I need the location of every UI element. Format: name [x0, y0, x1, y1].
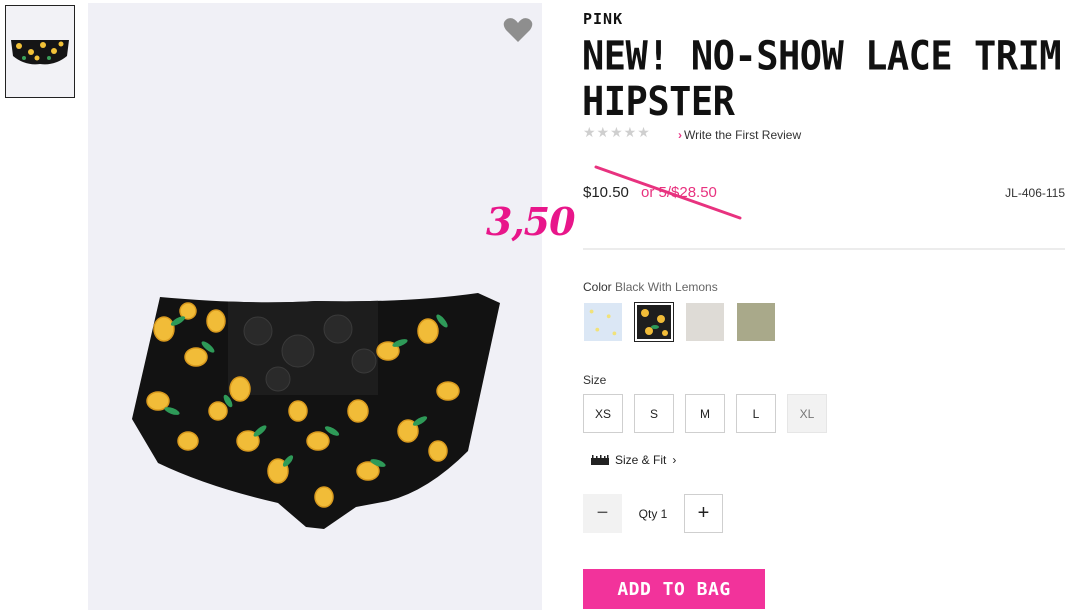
color-label: Color Black With Lemons	[583, 280, 718, 294]
swatch-heather-grey-fill	[686, 303, 724, 341]
product-image	[132, 293, 500, 529]
size-l-button[interactable]: L	[736, 394, 776, 433]
swatch-light-blue-print[interactable]	[583, 302, 623, 342]
size-m-button[interactable]: M	[685, 394, 725, 433]
product-sku: JL-406-115	[1005, 186, 1065, 200]
size-fit-link[interactable]: Size & Fit ›	[591, 453, 676, 467]
write-review-link[interactable]: › Write the First Review	[678, 128, 801, 142]
swatch-black-with-lemons-image	[637, 305, 671, 339]
size-fit-label: Size & Fit	[615, 453, 667, 467]
bundle-price: or 5/$28.50	[641, 184, 717, 201]
size-s-button[interactable]: S	[634, 394, 674, 433]
handwritten-price-annotation: 3,50	[486, 199, 576, 244]
swatch-black-with-lemons[interactable]	[634, 302, 674, 342]
divider	[583, 248, 1065, 250]
quantity-label: Qty 1	[638, 506, 668, 521]
product-title: NEW! NO-SHOW LACE TRIM HIPSTER	[582, 32, 1062, 125]
color-swatches	[583, 302, 776, 342]
decrease-quantity-button[interactable]: −	[583, 494, 622, 533]
quantity-stepper: − Qty 1 +	[583, 494, 723, 533]
thumbnail-image	[11, 39, 69, 64]
write-review-label: Write the First Review	[684, 128, 802, 142]
heart-icon[interactable]	[503, 17, 533, 43]
product-thumbnail[interactable]	[5, 5, 75, 98]
rating-stars: ★★★★★	[583, 124, 651, 140]
selected-color: Black With Lemons	[615, 280, 718, 294]
price: $10.50	[583, 184, 629, 201]
ruler-icon	[591, 455, 609, 465]
swatch-heather-grey[interactable]	[685, 302, 725, 342]
add-to-bag-button[interactable]: ADD TO BAG	[583, 569, 765, 609]
swatch-olive[interactable]	[736, 302, 776, 342]
chevron-right-icon: ›	[672, 453, 677, 467]
size-xs-button[interactable]: XS	[583, 394, 623, 433]
increase-quantity-button[interactable]: +	[684, 494, 723, 533]
product-image-panel	[88, 3, 542, 610]
size-xl-button[interactable]: XL	[787, 394, 827, 433]
size-label: Size	[583, 373, 607, 387]
swatch-light-blue-print-image	[584, 303, 622, 341]
swatch-olive-fill	[737, 303, 775, 341]
brand-name: PINK	[583, 10, 624, 28]
chevron-right-icon: ›	[678, 128, 682, 142]
size-options: XS S M L XL	[583, 394, 827, 433]
